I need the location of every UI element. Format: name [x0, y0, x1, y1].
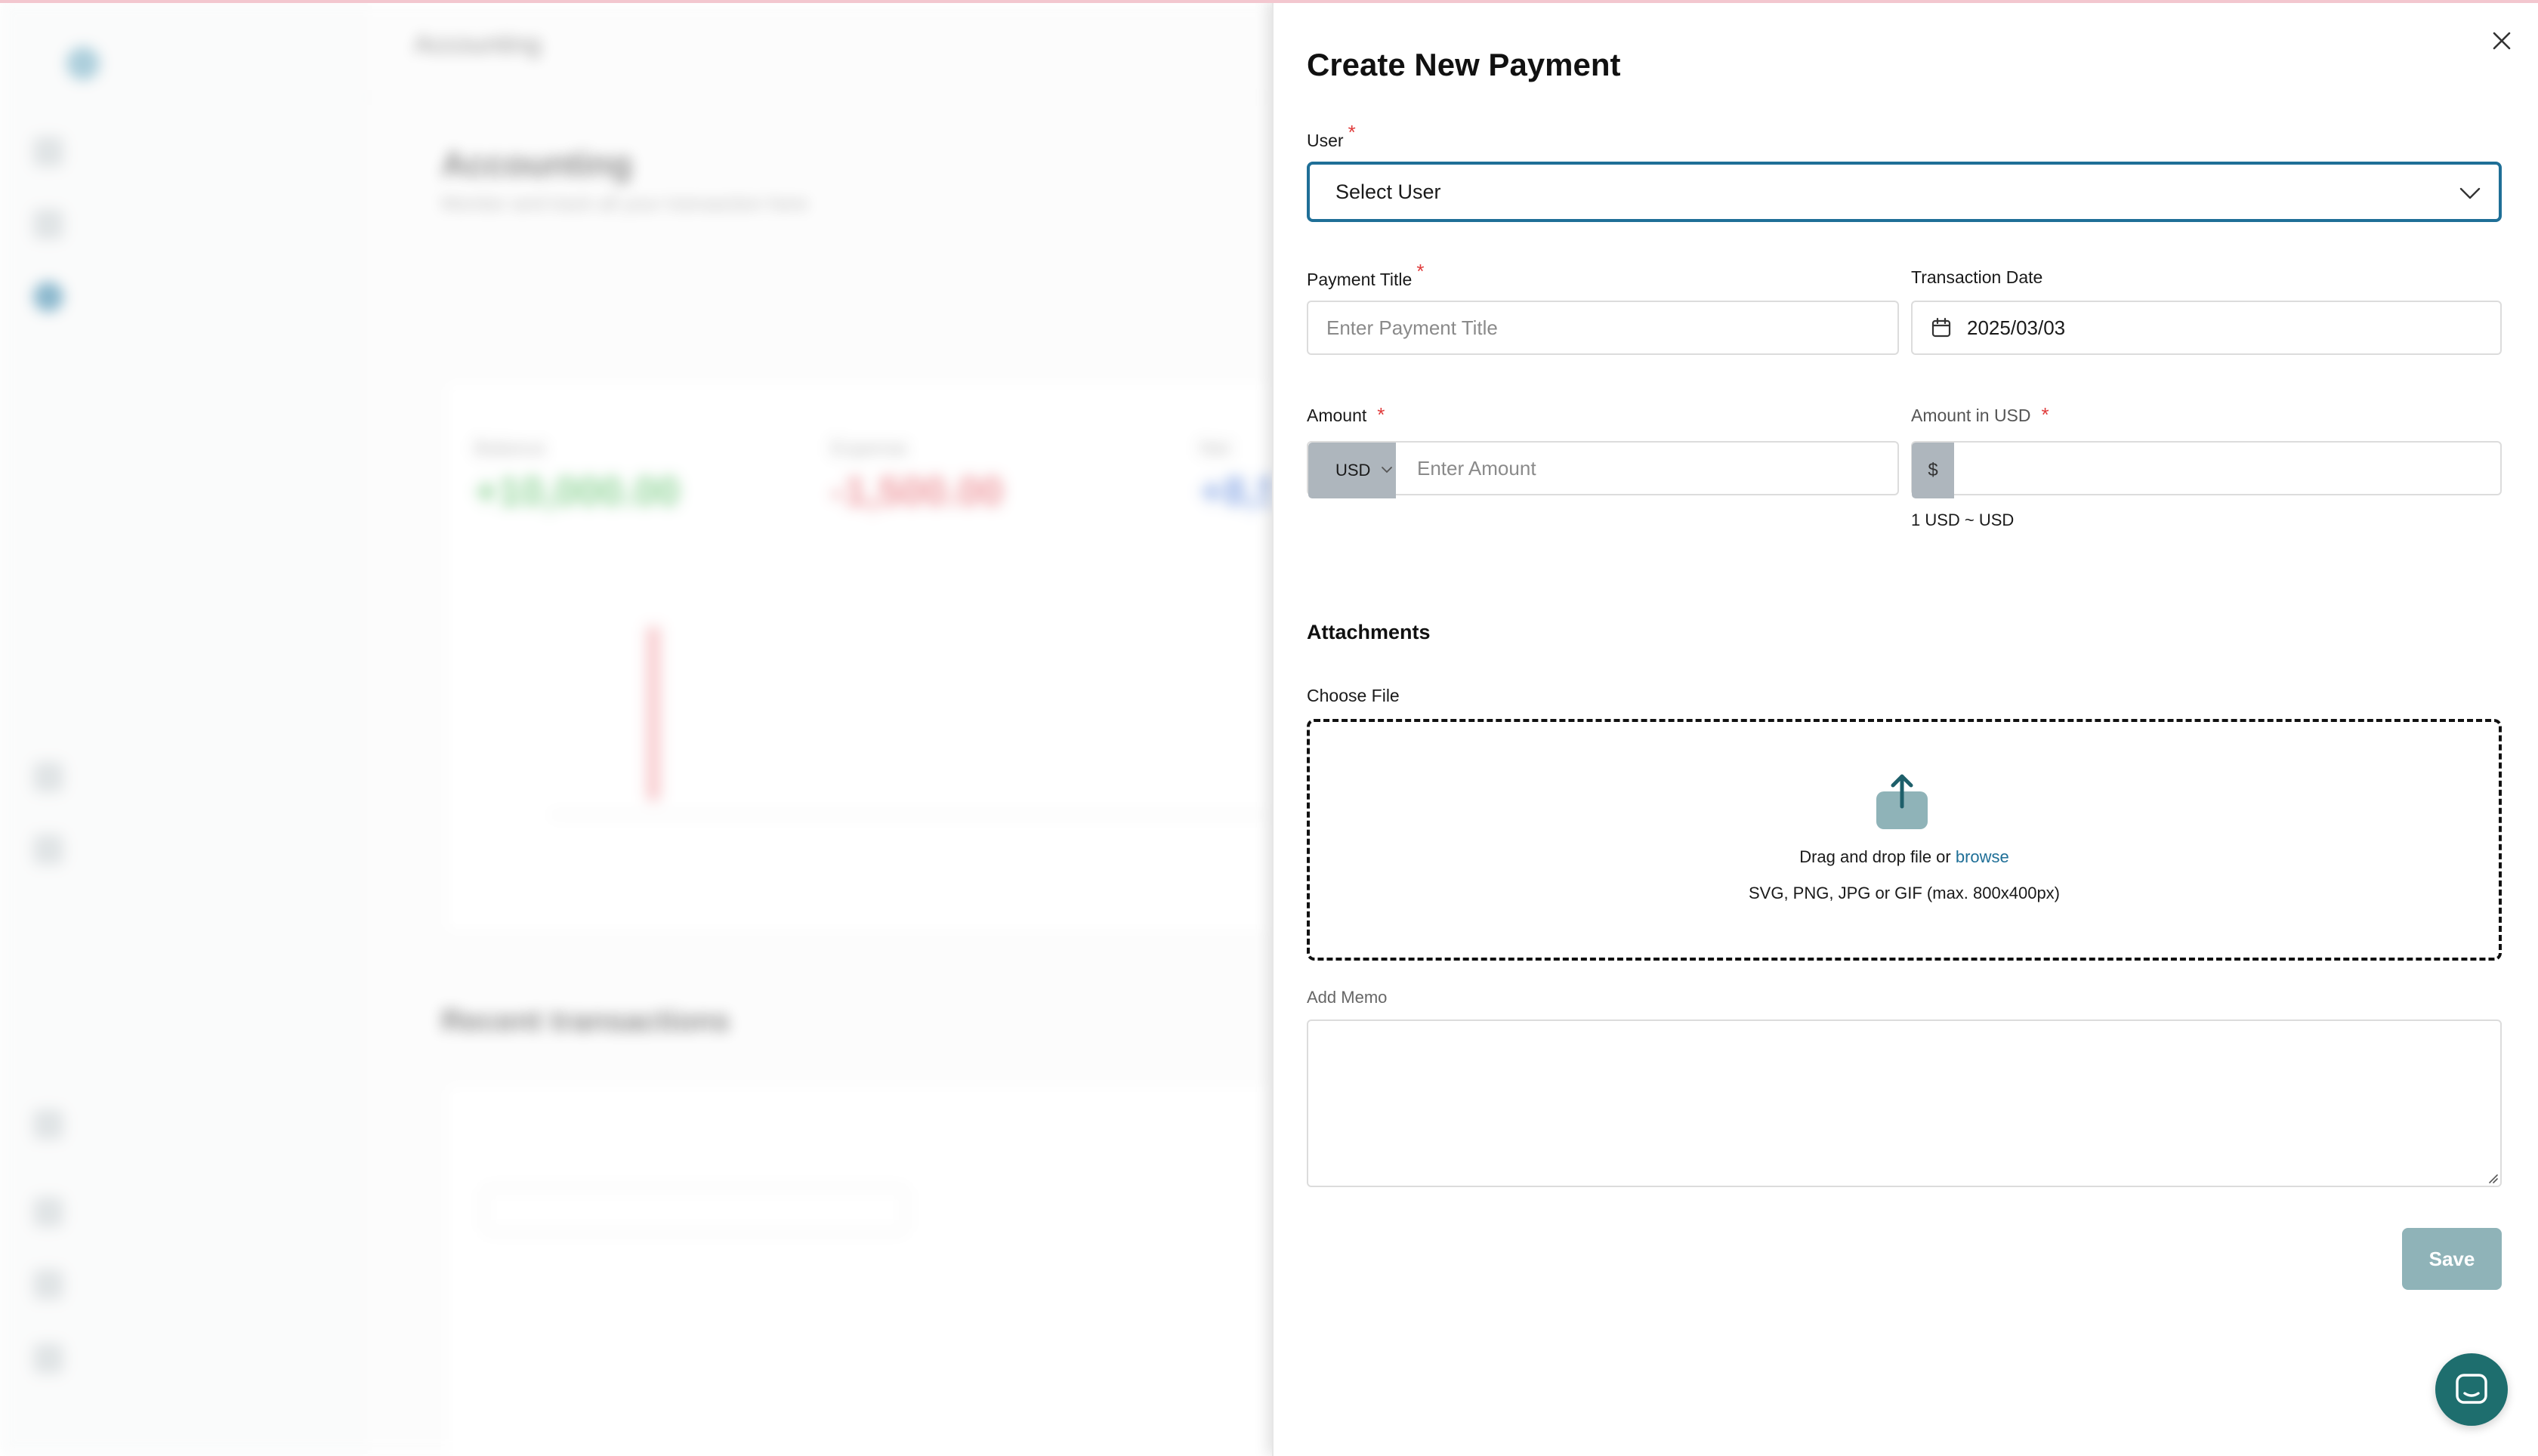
chevron-down-icon	[2459, 187, 2481, 199]
background-chart-axis	[551, 814, 1272, 816]
drawer-title: Create New Payment	[1307, 47, 1621, 82]
chevron-down-icon	[1382, 467, 1392, 474]
sidebar-item	[33, 202, 335, 246]
logout-icon	[33, 1343, 63, 1374]
payment-title-field[interactable]	[1307, 301, 1899, 355]
folder-icon	[33, 762, 63, 792]
close-button[interactable]	[2485, 24, 2518, 57]
user-select[interactable]: Select User	[1307, 162, 2502, 222]
calendar-icon	[33, 1269, 63, 1300]
amount-usd-label: Amount in USD *	[1911, 403, 2049, 426]
sidebar-item	[33, 130, 335, 174]
currency-select[interactable]: USD	[1308, 443, 1396, 498]
background-app: Accounting Accounting Monitor and track …	[0, 0, 1272, 1456]
attachments-title: Attachments	[1307, 621, 1431, 643]
stat-label: Net	[1200, 436, 1230, 459]
chat-launcher-button[interactable]	[2435, 1353, 2508, 1426]
sidebar-item	[33, 828, 335, 871]
background-page-title: Accounting	[441, 144, 632, 184]
currency-value: USD	[1335, 461, 1371, 480]
dollar-prefix: $	[1912, 443, 1954, 498]
top-accent-line	[0, 0, 2538, 3]
dropzone-text: Drag and drop file or browse	[1799, 847, 2009, 866]
amount-usd-field	[1911, 441, 2502, 495]
settings-icon	[33, 1197, 63, 1227]
payment-title-label: Payment Title *	[1307, 260, 1425, 289]
calendar-icon	[1931, 317, 1951, 338]
report-icon	[33, 1109, 63, 1140]
sidebar	[0, 0, 363, 1456]
sidebar-item-accounting	[33, 275, 335, 319]
stat-value: +8,500	[1200, 469, 1272, 514]
background-recent-title: Recent transactions	[441, 1004, 730, 1038]
stat-value: +10,000.00	[474, 469, 680, 514]
choose-file-label: Choose File	[1307, 686, 1400, 705]
chat-icon	[2456, 1374, 2487, 1404]
accounting-icon	[33, 282, 63, 312]
stat-label: Balance	[474, 436, 545, 459]
catalog-icon	[33, 834, 63, 865]
dashboard-icon	[33, 137, 63, 167]
save-button[interactable]: Save	[2402, 1228, 2502, 1290]
transaction-date-label: Transaction Date	[1911, 267, 2043, 287]
sidebar-item	[33, 1103, 335, 1146]
sidebar-item	[33, 1190, 335, 1234]
dropzone-hint: SVG, PNG, JPG or GIF (max. 800x400px)	[1748, 884, 2061, 902]
background-page-subtitle: Monitor and track all your transaction h…	[441, 192, 808, 214]
close-icon	[2493, 32, 2511, 50]
users-icon	[33, 209, 63, 239]
stat-label: Expense	[831, 436, 908, 459]
user-label: User *	[1307, 121, 1356, 150]
amount-usd-input[interactable]	[1913, 443, 2500, 494]
brand	[66, 42, 100, 85]
amount-input[interactable]	[1308, 443, 1897, 494]
sidebar-item	[33, 1263, 335, 1306]
memo-textarea[interactable]	[1307, 1020, 2502, 1187]
resize-handle-icon[interactable]	[2485, 1171, 2499, 1184]
memo-label: Add Memo	[1307, 988, 1388, 1007]
browse-link[interactable]: browse	[1956, 847, 2009, 866]
payment-title-input[interactable]	[1308, 302, 1897, 353]
background-table	[441, 1080, 1272, 1456]
user-select-value: Select User	[1335, 180, 1441, 203]
sidebar-item	[33, 1337, 335, 1380]
exchange-rate-text: 1 USD ~ USD	[1911, 511, 2015, 529]
background-header-title: Accounting	[414, 30, 542, 59]
amount-label: Amount *	[1307, 403, 1385, 426]
transaction-date-value: 2025/03/03	[1967, 316, 2066, 339]
background-chart-bar	[647, 627, 660, 800]
background-stats-card	[441, 378, 1272, 936]
transaction-date-field[interactable]: 2025/03/03	[1911, 301, 2502, 355]
logo-icon	[66, 47, 100, 80]
background-search	[483, 1187, 906, 1232]
upload-icon	[1876, 774, 1928, 829]
file-dropzone[interactable]	[1307, 719, 2502, 961]
sidebar-item	[33, 755, 335, 799]
stat-value: -1,500.00	[831, 469, 1004, 514]
